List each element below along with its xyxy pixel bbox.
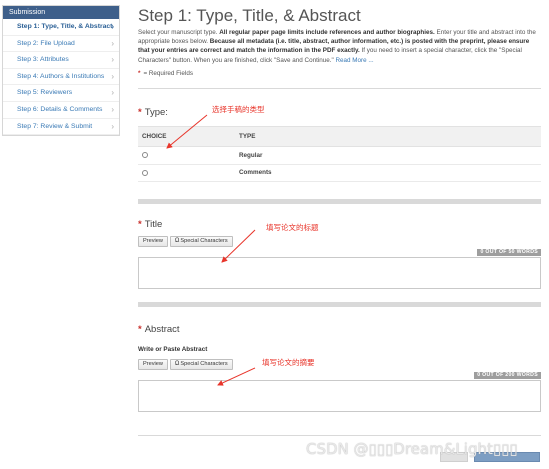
annotation-arrows [166,114,256,386]
abstract-annotation: 填写论文的摘要 [262,358,315,367]
abstract-annotation-arrow [217,367,256,386]
type-annotation: 选择手稿的类型 [212,105,265,114]
title-annotation: 填写论文的标题 [266,223,319,232]
type-annotation-arrow [166,114,208,149]
csdn-watermark: CSDN @▯▯▯Dream&Light▯▯▯ [306,440,518,458]
title-annotation-arrow [221,229,256,263]
